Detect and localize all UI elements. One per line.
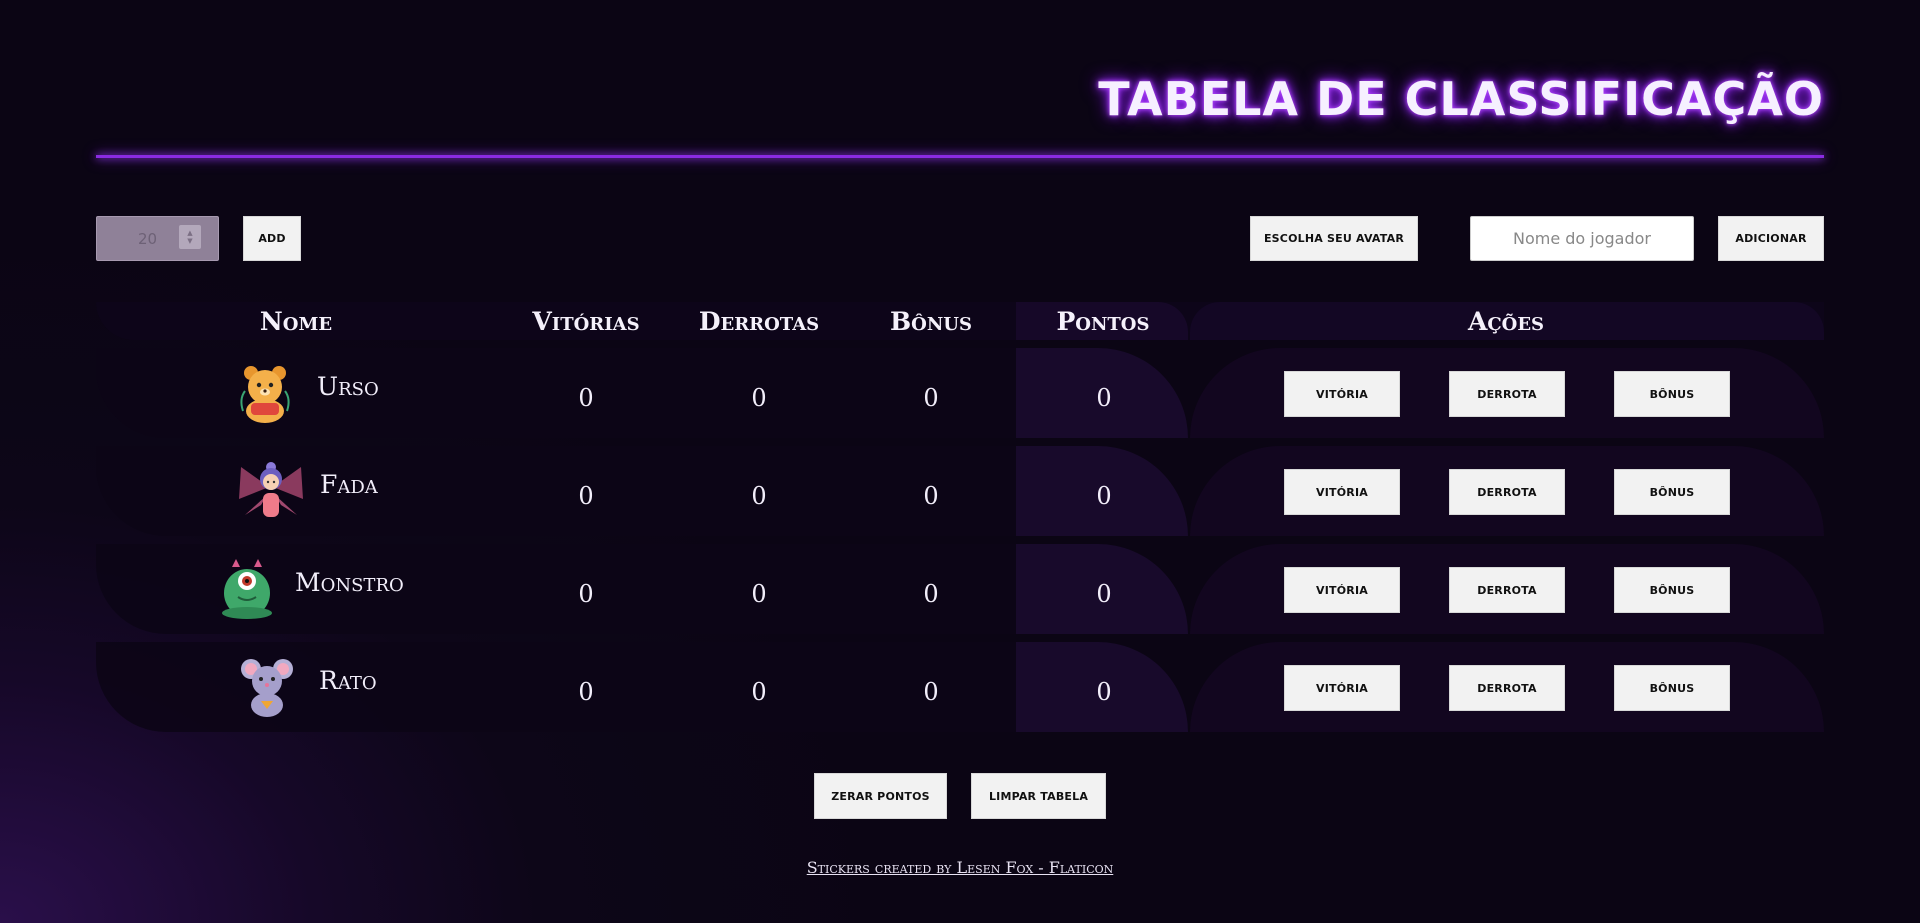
table-row: Urso 0 0 0 0 Vitória Derrota Bônus: [96, 348, 1824, 438]
zerar-pontos-button[interactable]: Zerar pontos: [814, 773, 947, 819]
derrota-button[interactable]: Derrota: [1449, 567, 1565, 613]
add-button[interactable]: ADD: [243, 216, 301, 261]
toolbar: 20 ▲ ▼ ADD Escolha seu avatar Nome do jo…: [96, 216, 1824, 262]
derrotas-value: 0: [751, 482, 767, 510]
leaderboard-page: Tabela de Classificação 20 ▲ ▼ ADD Escol…: [96, 0, 1824, 923]
pontos-value: 0: [1096, 482, 1112, 510]
column-header-vitorias: Vitórias: [532, 306, 640, 336]
pontos-value: 0: [1096, 580, 1112, 608]
chevron-down-icon[interactable]: ▼: [187, 237, 192, 245]
column-header-acoes: Ações: [1467, 306, 1545, 336]
derrotas-value: 0: [751, 384, 767, 412]
bonus-button[interactable]: Bônus: [1614, 665, 1730, 711]
vitorias-value: 0: [578, 678, 594, 706]
pontos-value: 0: [1096, 384, 1112, 412]
player-name: Monstro: [295, 567, 404, 597]
vitoria-button[interactable]: Vitória: [1284, 371, 1400, 417]
adicionar-button[interactable]: Adicionar: [1718, 216, 1824, 261]
table-header: Nome Vitórias Derrotas Bônus Pontos Açõe…: [96, 302, 1824, 340]
pontos-value: 0: [1096, 678, 1112, 706]
chevron-up-icon[interactable]: ▲: [187, 229, 192, 237]
column-header-bonus: Bônus: [890, 306, 972, 336]
derrota-button[interactable]: Derrota: [1449, 371, 1565, 417]
vitoria-button[interactable]: Vitória: [1284, 665, 1400, 711]
bonus-button[interactable]: Bônus: [1614, 469, 1730, 515]
derrota-button[interactable]: Derrota: [1449, 469, 1565, 515]
monster-avatar-icon: [222, 559, 272, 619]
table-row: Monstro 0 0 0 0 Vitória Derrota Bônus: [96, 544, 1824, 634]
column-header-derrotas: Derrotas: [698, 306, 820, 336]
leaderboard-table: Nome Vitórias Derrotas Bônus Pontos Açõe…: [96, 302, 1824, 732]
credit-link[interactable]: Stickers created by Lesen Fox - Flaticon: [807, 858, 1114, 877]
derrotas-value: 0: [751, 580, 767, 608]
number-input-value: 20: [137, 229, 158, 248]
mouse-avatar-icon: [241, 659, 293, 717]
player-name: Fada: [320, 469, 378, 499]
bonus-button[interactable]: Bônus: [1614, 371, 1730, 417]
player-name: Urso: [317, 371, 379, 401]
vitorias-value: 0: [578, 482, 594, 510]
choose-avatar-button[interactable]: Escolha seu avatar: [1250, 216, 1418, 261]
vitoria-button[interactable]: Vitória: [1284, 469, 1400, 515]
fairy-avatar-icon: [239, 462, 303, 517]
page-title: Tabela de Classificação: [1098, 72, 1824, 126]
bonus-value: 0: [923, 678, 939, 706]
vitorias-value: 0: [578, 384, 594, 412]
bonus-value: 0: [923, 580, 939, 608]
credit-footer: Stickers created by Lesen Fox - Flaticon: [96, 858, 1824, 877]
player-name: Rato: [319, 665, 377, 695]
vitoria-button[interactable]: Vitória: [1284, 567, 1400, 613]
limpar-tabela-button[interactable]: Limpar tabela: [971, 773, 1106, 819]
column-header-pontos: Pontos: [1056, 306, 1150, 336]
derrotas-value: 0: [751, 678, 767, 706]
table-row: Fada 0 0 0 0 Vitória Derrota Bônus: [96, 446, 1824, 536]
vitorias-value: 0: [578, 580, 594, 608]
number-spinner[interactable]: ▲ ▼: [179, 225, 201, 249]
bonus-value: 0: [923, 482, 939, 510]
column-header-nome: Nome: [259, 306, 333, 336]
number-input[interactable]: 20 ▲ ▼: [96, 216, 219, 261]
derrota-button[interactable]: Derrota: [1449, 665, 1565, 711]
bonus-value: 0: [923, 384, 939, 412]
table-row: Rato 0 0 0 0 Vitória Derrota Bônus: [96, 642, 1824, 732]
bear-avatar-icon: [240, 366, 290, 423]
title-divider: [96, 155, 1824, 158]
bonus-button[interactable]: Bônus: [1614, 567, 1730, 613]
player-name-input[interactable]: Nome do jogador: [1470, 216, 1694, 261]
